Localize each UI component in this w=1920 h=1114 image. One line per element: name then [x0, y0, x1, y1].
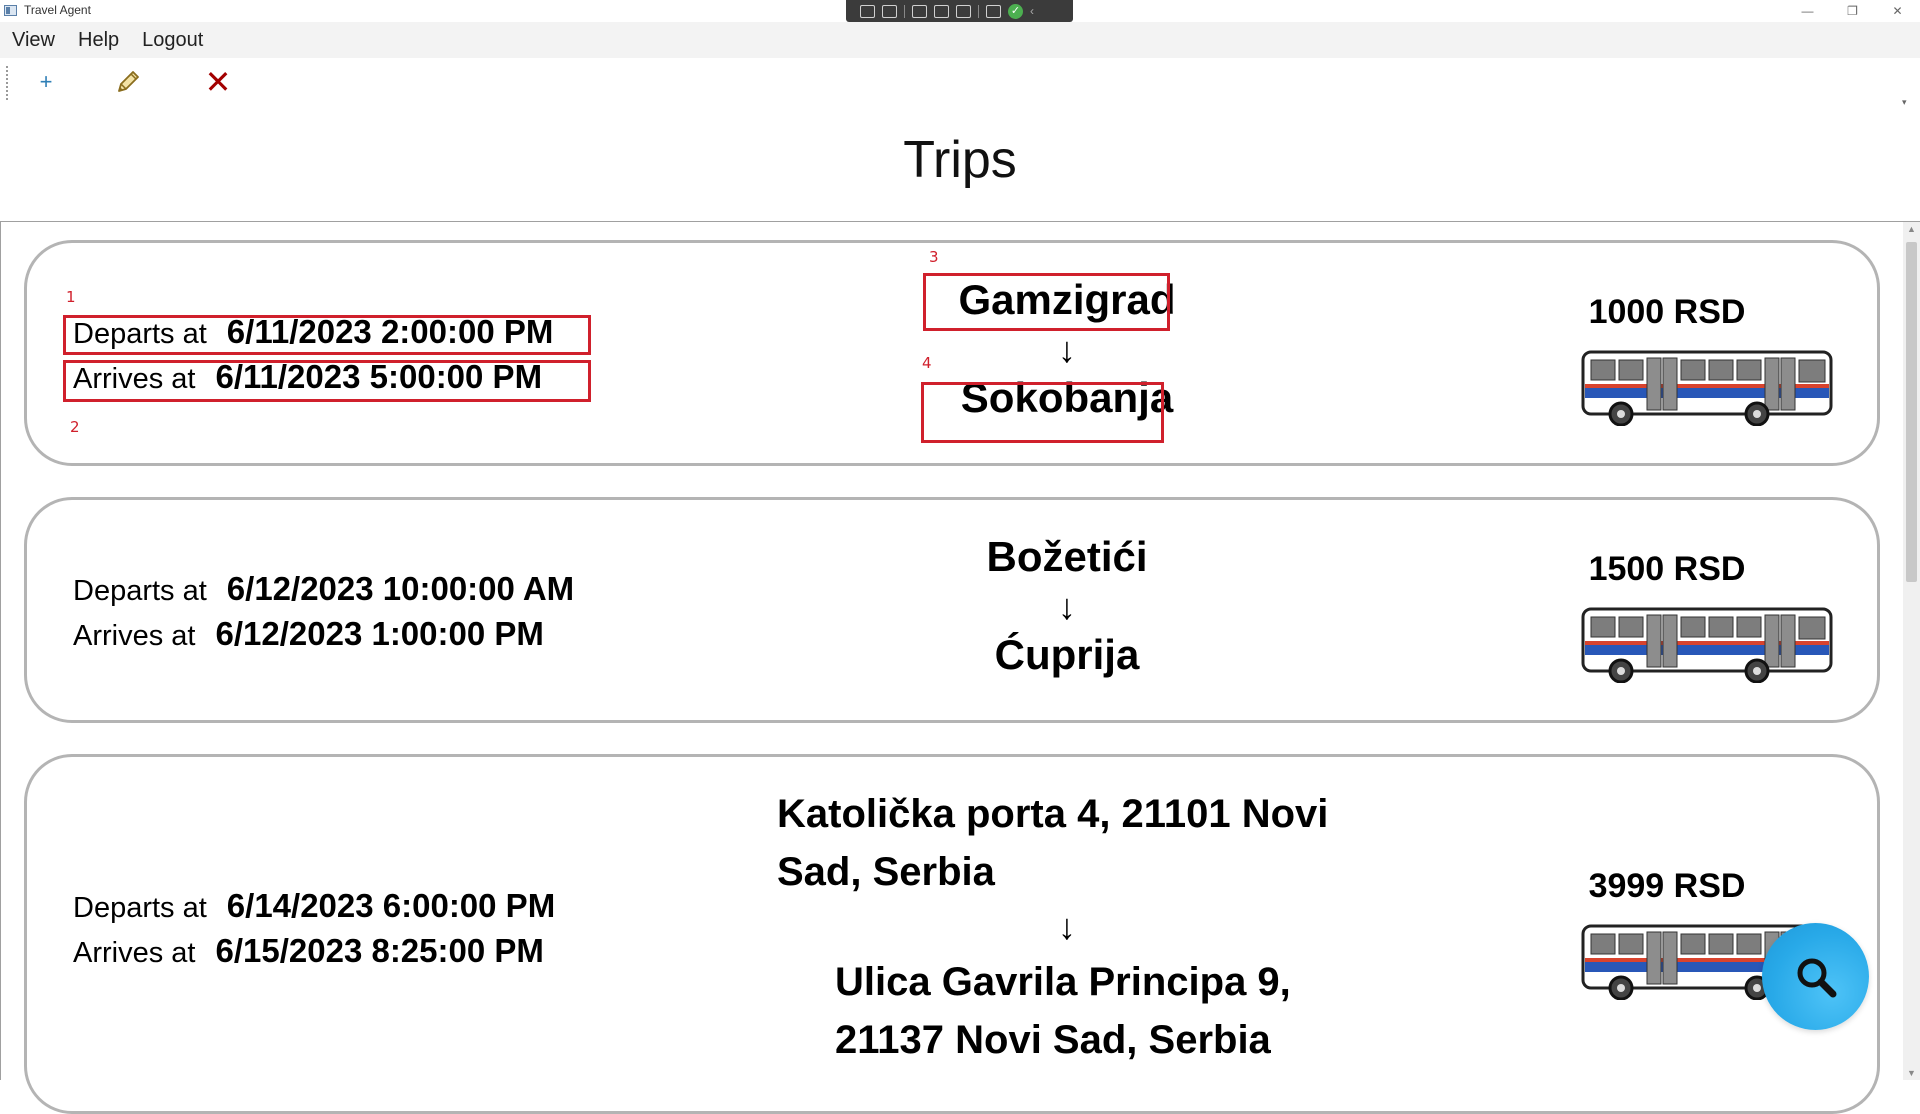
scroll-up-icon[interactable]: ▲	[1907, 224, 1916, 234]
trip-card[interactable]: Departs at 6/14/2023 6:00:00 PM Arrives …	[24, 754, 1880, 1114]
departs-value: 6/14/2023 6:00:00 PM	[226, 887, 556, 924]
arrives-label: Arrives at	[73, 937, 196, 969]
debug-toolbar: ✓ ‹	[846, 0, 1073, 22]
trip-price: 1000 RSD	[1588, 293, 1746, 331]
departs-label: Departs at	[73, 318, 207, 350]
debug-adorner-icon[interactable]	[956, 4, 971, 18]
bus-icon	[1581, 605, 1835, 684]
departs-value: 6/11/2023 2:00:00 PM	[226, 313, 554, 350]
close-button[interactable]: ✕	[1875, 0, 1920, 22]
minimize-button[interactable]: —	[1785, 0, 1830, 22]
delete-button[interactable]: ✕	[203, 64, 233, 100]
app-icon	[4, 5, 17, 16]
trip-times: Departs at 6/14/2023 6:00:00 PM Arrives …	[73, 887, 555, 977]
route-to: Sokobanja	[960, 374, 1174, 422]
edit-button[interactable]	[114, 68, 142, 96]
plus-icon: +	[39, 69, 53, 94]
departs-label: Departs at	[73, 892, 207, 924]
debug-collapse-icon[interactable]: ‹	[1030, 4, 1034, 18]
route-from: Katolička porta 4, 21101 Novi Sad, Serbi…	[777, 792, 1329, 894]
debug-record-icon[interactable]	[882, 4, 897, 18]
arrives-label: Arrives at	[73, 620, 196, 652]
scrollbar-thumb[interactable]	[1906, 242, 1917, 582]
route-to: Ćuprija	[994, 631, 1140, 679]
departs-label: Departs at	[73, 575, 207, 607]
toolbar-overflow-button[interactable]: ▾	[1902, 60, 1912, 108]
route-from: Gamzigrad	[958, 276, 1176, 323]
trip-route: Gamzigrad ↓ Sokobanja	[727, 271, 1407, 428]
toolbar-grip[interactable]	[6, 66, 8, 100]
arrives-label: Arrives at	[73, 363, 196, 395]
arrives-value: 6/11/2023 5:00:00 PM	[215, 358, 543, 395]
arrives-row: Arrives at 6/11/2023 5:00:00 PM	[73, 358, 553, 403]
debug-pointer-icon[interactable]	[912, 4, 927, 18]
window-title: Travel Agent	[24, 3, 91, 17]
annotation-label-2: 2	[70, 418, 80, 436]
trip-card[interactable]: Departs at 6/12/2023 10:00:00 AM Arrives…	[24, 497, 1880, 723]
menu-view[interactable]: View	[12, 29, 55, 52]
bus-icon	[1581, 348, 1835, 427]
scroll-down-icon[interactable]: ▼	[1907, 1068, 1916, 1078]
trip-price: 3999 RSD	[1588, 867, 1746, 905]
menu-help[interactable]: Help	[78, 29, 119, 52]
annotation-label-4: 4	[922, 354, 932, 372]
debug-hot-reload-icon[interactable]	[986, 4, 1001, 18]
pencil-icon	[118, 71, 139, 92]
annotation-label-1: 1	[66, 288, 76, 306]
route-from: Božetići	[986, 533, 1148, 580]
trip-route: Božetići ↓ Ćuprija	[727, 528, 1407, 685]
add-button[interactable]: +	[36, 69, 56, 94]
down-arrow-icon: ↓	[1058, 906, 1076, 947]
debug-layout-icon[interactable]	[934, 4, 949, 18]
page-title: Trips	[903, 131, 1017, 189]
down-arrow-icon: ↓	[1058, 585, 1076, 627]
menu-bar: View Help Logout	[0, 22, 1920, 58]
search-icon	[1797, 958, 1836, 997]
arrives-row: Arrives at 6/12/2023 1:00:00 PM	[73, 615, 574, 660]
trip-price: 1500 RSD	[1588, 550, 1746, 588]
restore-button[interactable]: ❐	[1830, 0, 1875, 22]
arrives-value: 6/12/2023 1:00:00 PM	[215, 615, 544, 652]
menu-logout[interactable]: Logout	[142, 29, 203, 52]
chevron-down-icon: ▾	[1902, 97, 1907, 107]
debug-status-check-icon[interactable]: ✓	[1008, 3, 1023, 19]
close-icon: ✕	[204, 64, 232, 100]
trip-times: Departs at 6/12/2023 10:00:00 AM Arrives…	[73, 570, 574, 660]
arrives-row: Arrives at 6/15/2023 8:25:00 PM	[73, 932, 555, 977]
annotation-label-3: 3	[929, 248, 939, 266]
route-to: Ulica Gavrila Principa 9, 21137 Novi Sad…	[835, 959, 1291, 1062]
trip-times: Departs at 6/11/2023 2:00:00 PM Arrives …	[73, 313, 553, 403]
toolbar	[0, 58, 1920, 106]
vertical-scrollbar[interactable]: ▲ ▼	[1903, 222, 1920, 1080]
search-button[interactable]	[1762, 923, 1869, 1030]
debug-select-icon[interactable]	[860, 4, 875, 18]
trip-card[interactable]: Departs at 6/11/2023 2:00:00 PM Arrives …	[24, 240, 1880, 466]
down-arrow-icon: ↓	[1058, 328, 1076, 370]
trip-route: Katolička porta 4, 21101 Novi Sad, Serbi…	[777, 785, 1357, 1069]
departs-row: Departs at 6/14/2023 6:00:00 PM	[73, 887, 555, 932]
departs-row: Departs at 6/12/2023 10:00:00 AM	[73, 570, 574, 615]
departs-value: 6/12/2023 10:00:00 AM	[226, 570, 575, 607]
departs-row: Departs at 6/11/2023 2:00:00 PM	[73, 313, 553, 358]
debug-separator	[904, 4, 905, 18]
arrives-value: 6/15/2023 8:25:00 PM	[215, 932, 544, 969]
window-controls: — ❐ ✕	[1785, 0, 1920, 22]
debug-separator	[978, 4, 979, 18]
